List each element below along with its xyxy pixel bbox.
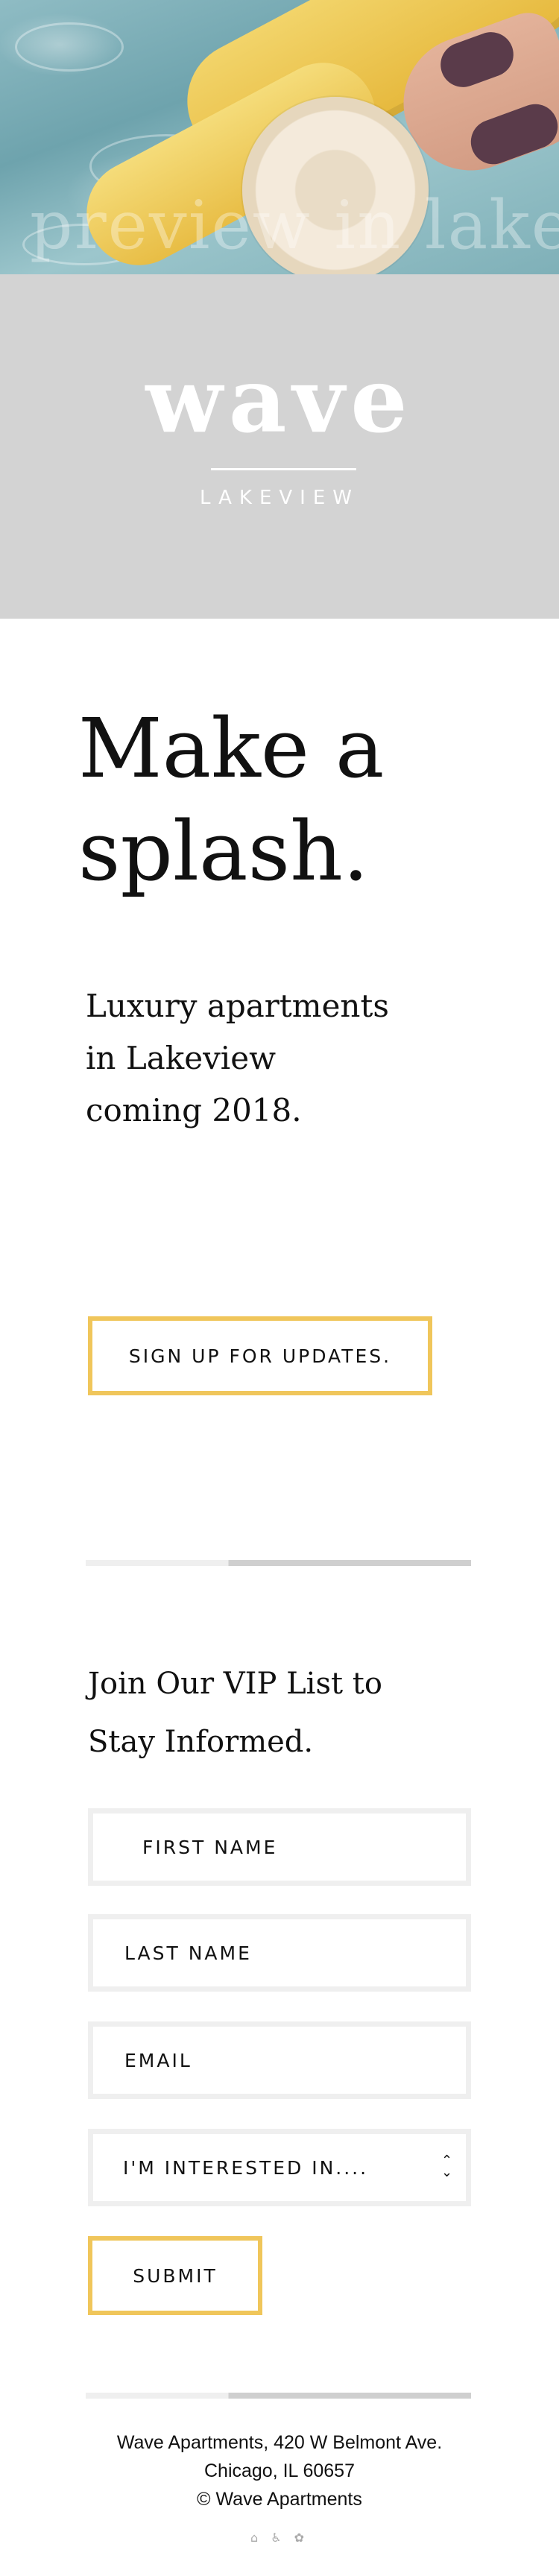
hero-photo: preview in lake [0,0,559,274]
vip-title-line: Stay Informed. [88,1725,314,1759]
interest-select-value: I'M INTERESTED IN.... [123,2156,369,2179]
submit-button[interactable]: SUBMIT [88,2236,262,2315]
photo-watermark: preview in lake [30,186,559,265]
subline-line: coming 2018. [86,1092,302,1128]
vip-form-title: Join Our VIP List to Stay Informed. [88,1655,476,1771]
email-field[interactable] [88,2021,471,2099]
footer-address-line: Chicago, IL 60657 [203,2460,355,2481]
signup-updates-button[interactable]: SIGN UP FOR UPDATES. [88,1316,432,1395]
interest-select[interactable]: I'M INTERESTED IN.... ⌃ ⌄ [88,2129,471,2206]
footer-address-line: Wave Apartments, 420 W Belmont Ave. [116,2432,443,2453]
footer: Wave Apartments, 420 W Belmont Ave. Chic… [0,2428,559,2513]
first-name-field[interactable] [88,1808,471,1886]
brand-wordmark: wave [145,348,414,453]
logo-band: wave LAKEVIEW [0,274,559,619]
accessibility-icon: ♿ [271,2531,286,2545]
last-name-field[interactable] [88,1914,471,1992]
page-headline: Make a splash. [78,697,496,903]
page-subheadline: Luxury apartments in Lakeview coming 201… [86,980,473,1137]
footer-icons: ⌂ ♿ ✿ [0,2531,559,2545]
email-input[interactable] [123,2048,466,2072]
section-divider [86,1560,471,1566]
select-updown-icon: ⌃ ⌄ [440,2153,455,2180]
first-name-input[interactable] [141,1835,466,1859]
headline-line: splash. [78,804,369,899]
water-ripple [15,22,124,72]
pet-friendly-icon: ✿ [294,2531,309,2545]
headline-line: Make a [78,701,385,796]
vip-title-line: Join Our VIP List to [88,1667,382,1701]
equal-housing-icon: ⌂ [250,2531,263,2545]
footer-copyright: © Wave Apartments [197,2489,362,2510]
footer-divider [86,2393,471,2399]
brand-subtitle: LAKEVIEW [200,487,359,509]
logo-rule [211,468,356,470]
subline-line: Luxury apartments [86,988,389,1024]
last-name-input[interactable] [123,1941,466,1965]
subline-line: in Lakeview [86,1040,277,1076]
